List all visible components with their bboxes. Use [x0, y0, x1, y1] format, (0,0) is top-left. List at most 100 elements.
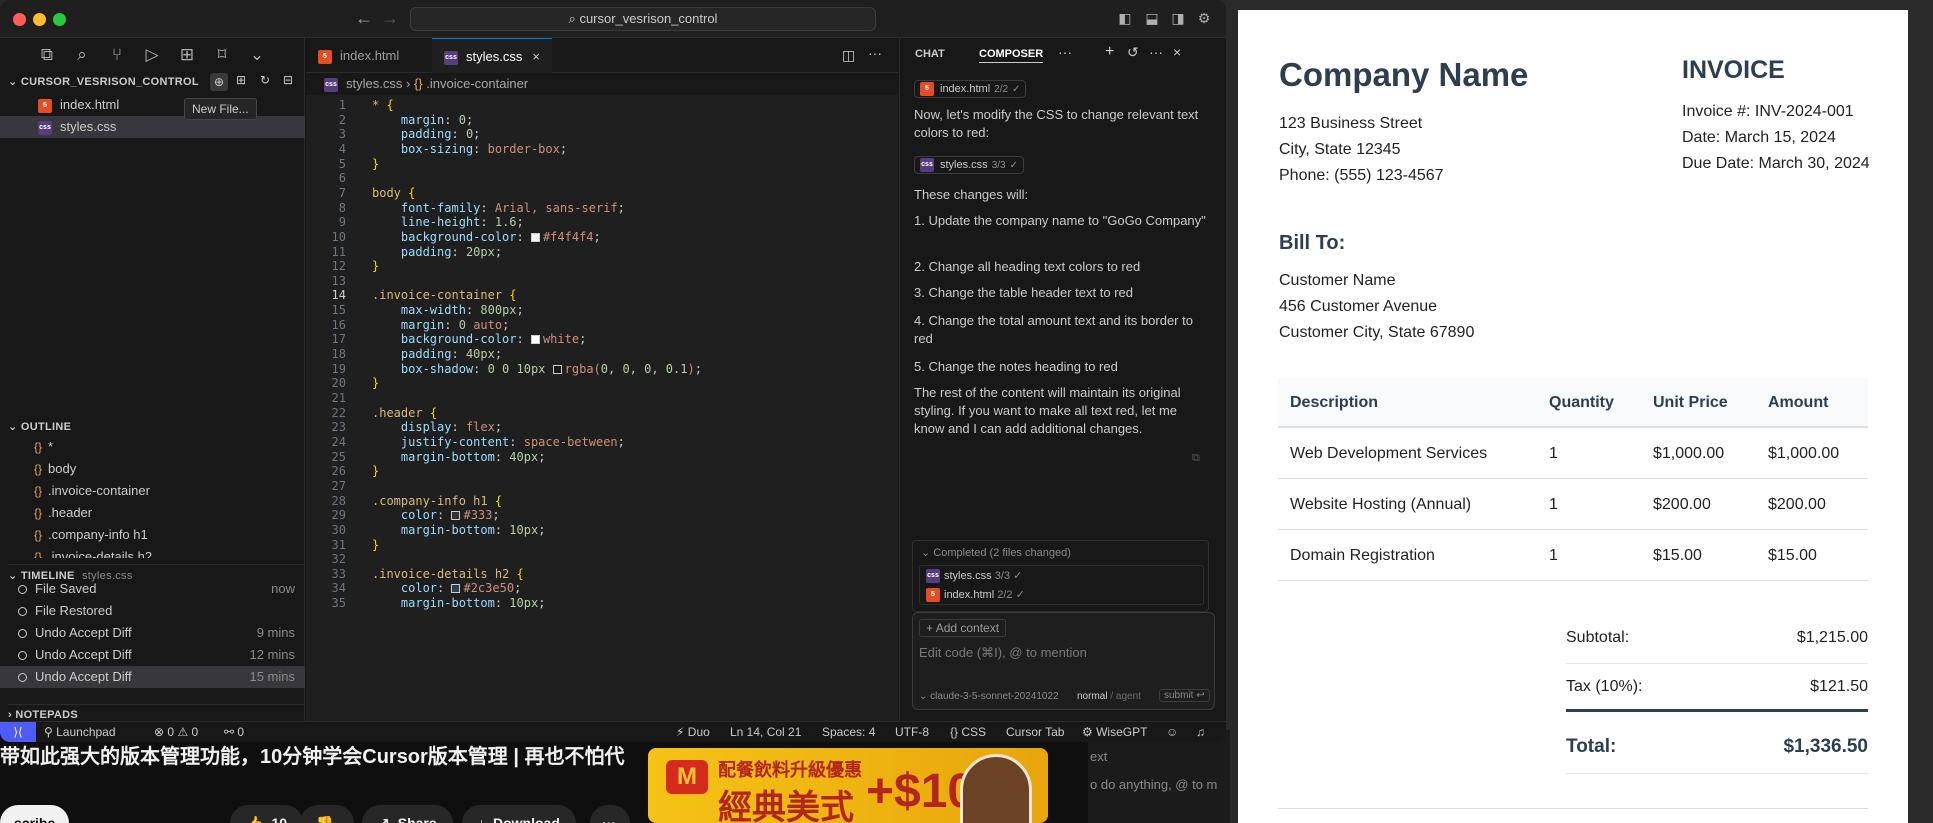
close-panel-icon[interactable]: × — [1173, 44, 1181, 60]
chevron-down-icon[interactable]: ⌄ — [246, 44, 268, 66]
wisegpt-item[interactable]: ⚙ WiseGPT — [1082, 722, 1147, 742]
code-line[interactable]: background-color: white; — [372, 332, 586, 346]
code-line[interactable]: .header { — [372, 406, 437, 420]
breadcrumb-symbol[interactable]: .invoice-container — [426, 76, 528, 91]
code-line[interactable]: * { — [372, 98, 394, 112]
toggle-secondary-sidebar-icon[interactable]: ◨ — [1170, 10, 1186, 26]
new-composer-icon[interactable]: + — [1105, 43, 1114, 61]
ports-item[interactable]: ⚯ 0 — [224, 722, 244, 742]
code-line[interactable]: line-height: 1.6; — [372, 215, 524, 229]
outline-item[interactable]: {} .invoice-container — [0, 480, 305, 502]
code-line[interactable]: box-shadow: 0 0 10px rgba(0, 0, 0, 0.1); — [372, 362, 702, 376]
tab-composer[interactable]: COMPOSER — [979, 48, 1044, 63]
share-button[interactable]: ↗ Share — [362, 805, 453, 823]
explorer-icon[interactable]: ⧉ — [36, 44, 58, 66]
minimize-window-button[interactable] — [33, 13, 46, 26]
timeline-item[interactable]: File Restored — [0, 600, 305, 622]
code-line[interactable]: margin-bottom: 40px; — [372, 450, 546, 464]
settings-gear-icon[interactable]: ⚙ — [1196, 10, 1212, 26]
code-line[interactable]: justify-content: space-between; — [372, 435, 625, 449]
timeline-item[interactable]: Undo Accept Diff 15 mins — [0, 666, 305, 688]
new-folder-icon[interactable]: ⊞ — [236, 73, 246, 87]
code-line[interactable]: padding: 0; — [372, 127, 481, 141]
new-file-icon[interactable]: ⊕ — [210, 73, 228, 91]
more-editor-actions-icon[interactable]: ··· — [868, 45, 882, 61]
maximize-window-button[interactable] — [53, 13, 66, 26]
code-line[interactable]: margin: 0 auto; — [372, 318, 509, 332]
back-arrow-icon[interactable]: ← — [355, 8, 373, 29]
tab-styles-css[interactable]: css styles.css × — [432, 38, 552, 73]
outline-header[interactable]: ⌄ OUTLINE — [8, 420, 71, 433]
outline-item[interactable]: {} .company-info h1 — [0, 524, 305, 546]
code-line[interactable]: color: #2c3e50; — [372, 581, 521, 595]
code-line[interactable]: max-width: 800px; — [372, 303, 524, 317]
download-button[interactable]: ↓ Download — [462, 805, 576, 823]
history-icon[interactable]: ↺ — [1127, 44, 1139, 61]
duo-item[interactable]: ⚡ Duo — [676, 722, 710, 742]
composer-input[interactable]: Edit code (⌘I), @ to mention — [919, 645, 1087, 661]
toggle-sidebar-icon[interactable]: ◧ — [1117, 10, 1133, 26]
forward-arrow-icon[interactable]: → — [381, 8, 399, 29]
mode-toggle[interactable]: normal / agent — [1077, 691, 1141, 702]
code-line[interactable]: } — [372, 157, 379, 171]
code-line[interactable]: .invoice-container { — [372, 288, 517, 302]
code-line[interactable]: box-sizing: border-box; — [372, 142, 567, 156]
file-item-styles-css[interactable]: css styles.css — [0, 116, 305, 138]
split-editor-icon[interactable]: ◫ — [842, 47, 855, 64]
outline-item[interactable]: {} .invoice-details h2 — [0, 546, 305, 558]
code-line[interactable]: padding: 40px; — [372, 347, 502, 361]
language-mode[interactable]: {} CSS — [950, 722, 986, 742]
completed-header[interactable]: ⌄ Completed (2 files changed) — [921, 546, 1071, 559]
account-icon[interactable]: ☺ — [1166, 722, 1178, 742]
tab-chat[interactable]: CHAT — [915, 48, 945, 60]
breadcrumb-file[interactable]: styles.css — [346, 76, 402, 91]
cursor-position[interactable]: Ln 14, Col 21 — [730, 722, 801, 742]
encoding[interactable]: UTF-8 — [895, 722, 929, 742]
launchpad-item[interactable]: ⚲ Launchpad — [44, 722, 116, 742]
ad-banner[interactable]: M 配餐飲料升級優惠 經典美式 +$10 — [648, 748, 1048, 823]
copy-icon[interactable]: ⧉ — [1192, 452, 1200, 465]
outline-item[interactable]: {} * — [0, 436, 305, 458]
code-line[interactable]: background-color: #f4f4f4; — [372, 230, 601, 244]
notepads-header[interactable]: › NOTEPADS — [8, 704, 305, 721]
model-selector[interactable]: ⌄ claude-3-5-sonnet-20241022 — [919, 691, 1059, 702]
more-tabs-icon[interactable]: ··· — [1058, 44, 1072, 60]
code-line[interactable]: padding: 20px; — [372, 245, 502, 259]
search-sidebar-icon[interactable]: ⌕ — [71, 44, 93, 66]
add-context-button[interactable]: + Add context — [919, 619, 1007, 637]
code-line[interactable]: font-family: Arial, sans-serif; — [372, 201, 625, 215]
source-control-icon[interactable]: ⑂ — [106, 44, 128, 66]
code-editor[interactable]: 1 * {2 margin: 0; 3 padding: 0; 4 box-sizin… — [306, 95, 898, 721]
bookmark-icon[interactable]: ⌑ — [211, 44, 233, 66]
file-ref-styles-css[interactable]: css styles.css 3/3 ✓ — [914, 154, 1024, 174]
code-line[interactable]: } — [372, 259, 379, 273]
code-line[interactable]: color: #333; — [372, 508, 500, 522]
code-line[interactable]: .company-info h1 { — [372, 494, 502, 508]
code-line[interactable]: } — [372, 376, 379, 390]
project-header[interactable]: ⌄ CURSOR_VESRISON_CONTROL — [8, 75, 199, 88]
command-center-search[interactable]: ⌕ cursor_vesrison_control — [410, 7, 876, 31]
code-line[interactable]: } — [372, 538, 379, 552]
outline-item[interactable]: {} .header — [0, 502, 305, 524]
code-line[interactable]: } — [372, 464, 379, 478]
timeline-item[interactable]: File Saved now — [0, 578, 305, 600]
indentation[interactable]: Spaces: 4 — [822, 722, 875, 742]
completed-file[interactable]: css styles.css 3/3 ✓ — [926, 569, 1022, 584]
close-tab-icon[interactable]: × — [532, 49, 540, 64]
remote-indicator-icon[interactable]: ⟩⟨ — [0, 722, 36, 742]
completed-file[interactable]: 5 index.html 2/2 ✓ — [926, 588, 1025, 603]
dislike-button[interactable]: 👎 — [300, 805, 354, 823]
close-window-button[interactable] — [13, 13, 26, 26]
submit-button[interactable]: submit ↩ — [1159, 689, 1210, 702]
like-button[interactable]: 👍 10 — [230, 805, 304, 823]
run-debug-icon[interactable]: ▷ — [141, 44, 163, 66]
timeline-item[interactable]: Undo Accept Diff 12 mins — [0, 644, 305, 666]
extensions-icon[interactable]: ⊞ — [176, 44, 198, 66]
file-item-index-html[interactable]: 5 index.html — [0, 94, 305, 116]
problems-item[interactable]: ⊗ 0 ⚠ 0 — [154, 722, 198, 742]
outline-item[interactable]: {} body — [0, 458, 305, 480]
more-options-icon[interactable]: ··· — [1149, 44, 1163, 60]
notifications-bell-icon[interactable]: ♫ — [1196, 722, 1205, 742]
refresh-icon[interactable]: ↻ — [260, 73, 270, 87]
code-line[interactable]: margin-bottom: 10px; — [372, 596, 546, 610]
